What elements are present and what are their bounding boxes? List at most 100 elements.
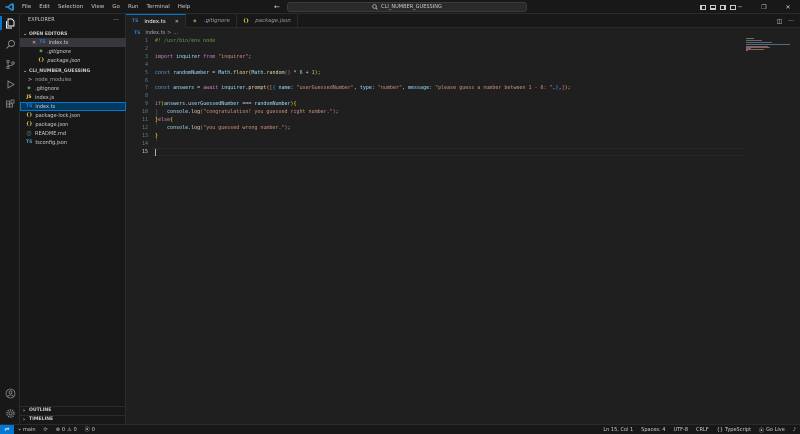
project-folder-label: CLI_NUMBER_GUESSING [29,68,91,74]
code-token: prompt [248,85,267,92]
tree-item-readme-md[interactable]: ⓘ README.md [20,129,126,138]
line-number: 11 [141,117,148,123]
line-number: 12 [141,124,148,131]
tab-index-ts[interactable]: TS index.ts ✕ [126,14,186,28]
git-file-icon: ◆ [39,49,43,54]
menu-selection[interactable]: Selection [54,0,87,14]
toggle-panel-icon[interactable] [710,4,716,10]
command-center[interactable]: CLI_NUMBER_GUESSING [287,2,527,12]
branch-indicator[interactable]: ⑂ main [14,425,40,434]
manage-gear-icon[interactable] [4,407,16,419]
code-token: type [359,85,372,92]
tab-label: .gitignore [203,18,230,24]
json-file-icon: {} [38,58,45,63]
tsconfig-file-icon: TS [26,140,33,145]
ports-indicator[interactable]: ⦿ 0 [81,425,99,434]
encoding[interactable]: UTF-8 [669,425,692,434]
tree-item-tsconfig-json[interactable]: TS tsconfig.json [20,138,126,147]
open-editor-item-package-json[interactable]: {} package.json [20,56,126,65]
menu-edit[interactable]: Edit [35,0,54,14]
menu-run[interactable]: Run [124,0,143,14]
open-editors-section[interactable]: ⌄ OPEN EDITORS [20,30,126,38]
tree-item-package-json[interactable]: {} package.json [20,120,126,129]
toggle-secondary-sidebar-icon[interactable] [720,4,726,10]
open-editor-item-gitignore[interactable]: ◆ .gitignore [20,47,126,56]
account-icon[interactable] [4,387,16,399]
menu-file[interactable]: File [18,0,35,14]
tab-gitignore[interactable]: ◆ .gitignore [186,14,237,28]
close-tab-icon[interactable]: ✕ [175,19,179,25]
tree-item-package-lock-json[interactable]: {} package-lock.json [20,111,126,120]
minimize-button[interactable]: ─ [728,0,752,14]
outline-section[interactable]: › OUTLINE [20,406,126,414]
language-mode[interactable]: {} TypeScript [713,425,755,434]
line-number: 6 [144,77,148,84]
code-line-10: console.log("congratulation! you guessed… [167,109,339,116]
minimap[interactable] [746,38,790,58]
timeline-label: TIMELINE [29,417,54,422]
tree-item-gitignore[interactable]: ◆ .gitignore [20,84,126,93]
code-token: "userGuessedNumber" [296,85,354,92]
menu-view[interactable]: View [87,0,108,14]
maximize-button[interactable]: ❐ [752,0,776,14]
project-folder-section[interactable]: ⌄ CLI_NUMBER_GUESSING [20,67,126,75]
code-editor[interactable]: 1 2 3 4 5 6 7 8 9 10 11 12 13 14 15 #! /… [126,38,800,424]
code-token: answers [164,101,186,108]
code-token: message [408,85,430,92]
code-line-7: const answers = await inquirer.prompt([{… [155,85,571,92]
tree-item-index-js[interactable]: JS index.js [20,93,126,102]
text-cursor [155,149,156,156]
menu-terminal[interactable]: Terminal [142,0,173,14]
extensions-icon[interactable] [4,98,16,110]
open-editor-label: .gitignore [47,48,72,55]
code-token: "you guessed wrong number." [203,124,285,131]
code-token: userGuessedNumber [188,101,240,108]
braces-icon: {} [716,427,724,433]
warning-count: 0 [73,426,77,433]
code-token: name [278,85,291,92]
title-bar: File Edit Selection View Go Run Terminal… [0,0,800,14]
indentation[interactable]: Spaces: 4 [637,425,669,434]
explorer-icon[interactable] [4,17,16,29]
close-window-button[interactable]: ✕ [776,0,800,14]
menu-go[interactable]: Go [108,0,124,14]
menu-help[interactable]: Help [174,0,195,14]
tree-item-index-ts[interactable]: TS index.ts [20,102,126,111]
problems-indicator[interactable]: ⊗ 0 ⚠ 0 [52,425,81,434]
back-arrow-icon[interactable]: ← [274,3,280,11]
breadcrumb-symbol[interactable]: ... [173,30,178,36]
source-control-icon[interactable] [4,58,16,70]
tree-item-label: index.js [35,94,55,101]
search-icon[interactable] [4,38,16,50]
more-actions-icon[interactable]: ··· [788,18,794,25]
tree-item-label: index.ts [35,103,56,110]
split-editor-icon[interactable]: ◫ [777,18,783,25]
javascript-file-icon: JS [26,95,32,100]
open-editor-item-index-ts[interactable]: ✕ TS index.ts [20,38,126,47]
tab-package-json[interactable]: {} package.json [237,14,298,28]
code-comment: #! /usr/bin/env node [155,38,216,44]
cursor-position[interactable]: Ln 15, Col 1 [599,425,637,434]
info-file-icon: ⓘ [26,131,32,137]
notifications-bell-icon[interactable]: ♪ [789,425,800,434]
vertical-scrollbar[interactable] [792,38,800,424]
code-token: "inquirer" [218,53,249,60]
window-controls: ─ ❐ ✕ [728,0,800,14]
remote-indicator-icon[interactable]: ⇌ [0,424,14,434]
timeline-section[interactable]: › TIMELINE [20,415,126,423]
status-bar-right: Ln 15, Col 1 Spaces: 4 UTF-8 CRLF {} Typ… [599,425,800,434]
code-token: const [155,69,171,76]
code-token: * [290,69,300,76]
run-debug-icon[interactable] [4,78,16,90]
close-icon[interactable]: ✕ [32,40,36,46]
end-of-line[interactable]: CRLF [692,425,713,434]
code-token: log [191,124,201,131]
breadcrumb-file[interactable]: index.ts [145,30,165,36]
go-live-button[interactable]: ⦿ Go Live [755,425,789,434]
more-actions-icon[interactable]: ··· [113,17,119,24]
line-number: 2 [144,45,148,52]
tree-item-node-modules[interactable]: > node_modules [20,75,126,84]
command-center-label: CLI_NUMBER_GUESSING [381,4,442,10]
sync-button[interactable]: ⟳ [40,425,52,434]
toggle-primary-sidebar-icon[interactable] [700,4,706,10]
